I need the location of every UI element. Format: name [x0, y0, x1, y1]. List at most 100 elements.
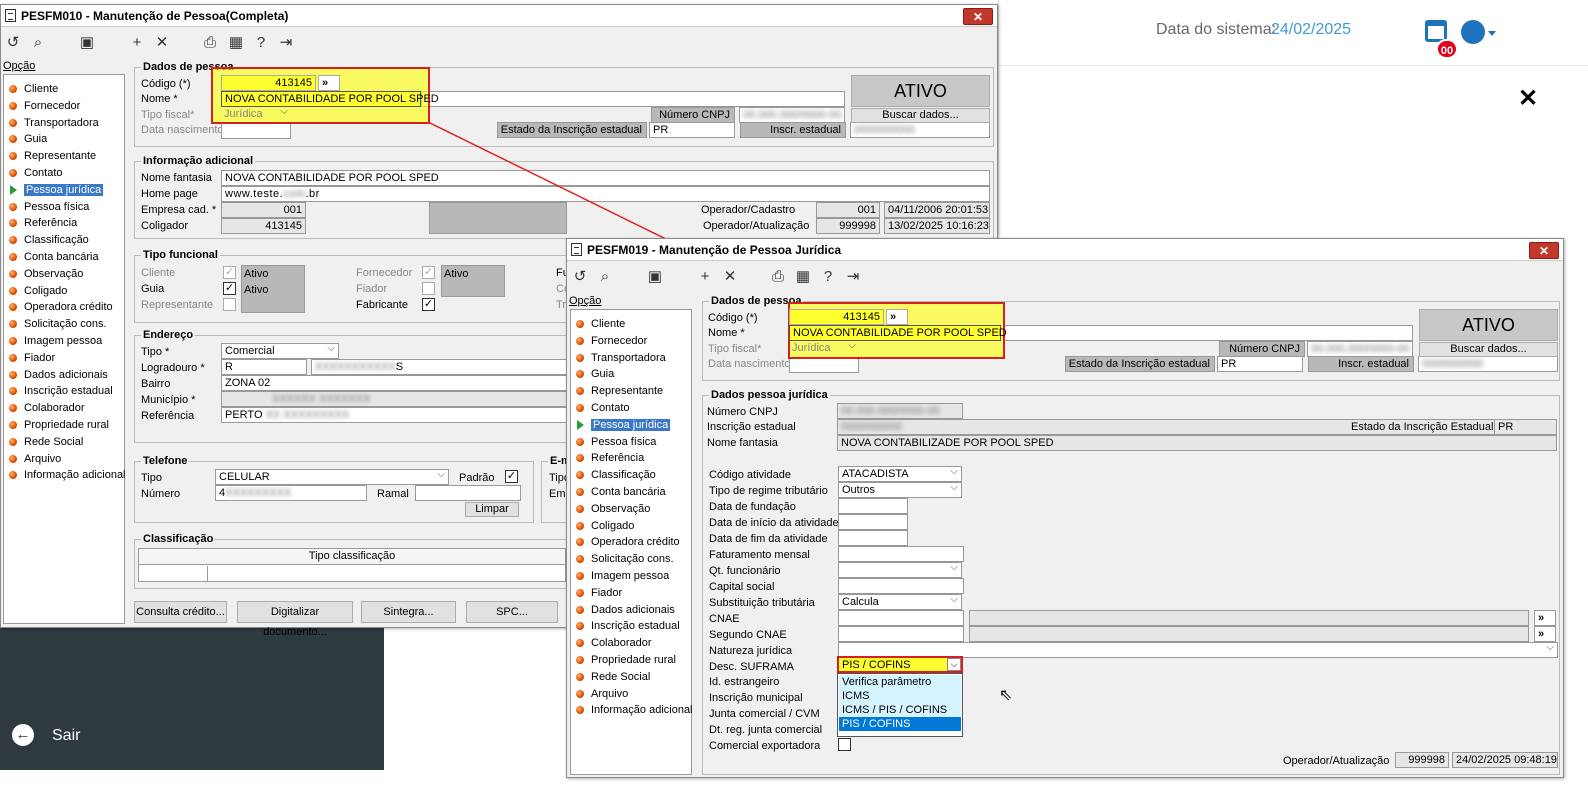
codigo-atividade-select[interactable]: ATACADISTA	[838, 466, 962, 482]
sintegra-button[interactable]: Sintegra...	[361, 601, 456, 623]
menu-item[interactable]: Fornecedor	[8, 98, 80, 114]
spc-button[interactable]: SPC...	[466, 601, 558, 623]
menu-item[interactable]: Cliente	[8, 81, 58, 97]
menu-item[interactable]: Coligado	[8, 283, 67, 299]
menu-item[interactable]: Propriedade rural	[575, 652, 676, 668]
numero-cnpj-field[interactable]: 00.000.000/0000-00	[739, 107, 845, 123]
menu-item[interactable]: Rede Social	[575, 669, 650, 685]
menu-item[interactable]: Inscrição estadual	[575, 618, 680, 634]
telefone-tipo-select[interactable]: CELULAR	[215, 469, 449, 485]
exit-label[interactable]: Sair	[52, 727, 80, 745]
fabricante-checkbox[interactable]: ✓	[422, 298, 435, 311]
suframa-option[interactable]: Verifica parâmetro	[839, 675, 961, 689]
menu-item[interactable]: Classificação	[8, 232, 89, 248]
menu-item[interactable]: Informação adicional	[575, 702, 693, 718]
exit-icon[interactable]: ⇥	[843, 267, 863, 287]
menu-item[interactable]: Representante	[575, 383, 663, 399]
bairro-field[interactable]: ZONA 02	[221, 375, 571, 391]
menu-item[interactable]: Contato	[8, 165, 63, 181]
inscr-estadual-field[interactable]: 0000000000	[1418, 356, 1558, 372]
menu-item[interactable]: Arquivo	[8, 451, 61, 467]
nome-field[interactable]: NOVA CONTABILIDADE POR POOL SPED	[221, 91, 439, 107]
data-nascimento-field[interactable]	[789, 357, 859, 373]
menu-item[interactable]: Guia	[575, 366, 614, 382]
classificacao-row[interactable]	[207, 566, 208, 582]
buscar-dados-button[interactable]: Buscar dados...	[851, 108, 990, 123]
help-icon[interactable]: ?	[818, 267, 838, 287]
digitalizar-documento-button[interactable]: Digitalizar documento...	[237, 601, 353, 638]
representante-checkbox[interactable]	[223, 298, 236, 311]
calendar-icon[interactable]: ▦	[226, 33, 246, 53]
menu-item[interactable]: Referência	[8, 215, 77, 231]
suframa-option[interactable]: ICMS	[839, 689, 961, 703]
suframa-option[interactable]: ICMS / PIS / COFINS	[839, 703, 961, 717]
menu-item[interactable]: Pessoa física	[8, 199, 89, 215]
close-window-button[interactable]: ✕	[1529, 242, 1559, 259]
menu-item[interactable]: Conta bancária	[575, 484, 666, 500]
fiador-checkbox[interactable]	[422, 282, 435, 295]
faturamento-field[interactable]	[838, 546, 964, 562]
menu-item[interactable]: Representante	[8, 148, 96, 164]
codigo-go-button[interactable]: »	[886, 309, 908, 325]
regime-tributario-select[interactable]: Outros	[838, 482, 962, 498]
menu-item[interactable]: Imagem pessoa	[8, 333, 102, 349]
ramal-field[interactable]	[415, 485, 521, 501]
cnae-go-button[interactable]: »	[1534, 610, 1556, 626]
comercial-exportadora-checkbox[interactable]	[838, 738, 851, 751]
delete-icon[interactable]: ✕	[720, 267, 740, 287]
nome-fantasia-field[interactable]: NOVA CONTABILIDADE POR POOL SPED	[221, 170, 990, 186]
menu-item[interactable]: Referência	[575, 450, 644, 466]
segundo-cnae-field[interactable]	[838, 626, 964, 642]
menu-item[interactable]: Solicitação cons.	[575, 551, 674, 567]
codigo-go-button[interactable]: »	[318, 75, 340, 91]
menu-item[interactable]: Solicitação cons.	[8, 316, 107, 332]
menu-item[interactable]: Pessoa jurídica	[8, 182, 104, 198]
calendar-icon[interactable]: ▦	[793, 267, 813, 287]
data-fim-field[interactable]	[838, 530, 908, 546]
search-icon[interactable]: ⌕	[595, 267, 615, 287]
menu-item[interactable]: Rede Social	[8, 434, 83, 450]
codigo-field[interactable]: 413145	[789, 309, 884, 325]
nome-field-tail[interactable]	[1003, 325, 1413, 341]
menu-item[interactable]: Pessoa física	[575, 434, 656, 450]
menu-item[interactable]: Imagem pessoa	[575, 568, 669, 584]
logradouro-field[interactable]: XXXXXXXXXXXS	[311, 359, 571, 375]
menu-item[interactable]: Inscrição estadual	[8, 383, 113, 399]
close-icon[interactable]: ✕	[1518, 84, 1538, 113]
nome-field-tail[interactable]	[421, 91, 845, 107]
close-window-button[interactable]: ✕	[963, 8, 993, 25]
buscar-dados-button[interactable]: Buscar dados...	[1419, 342, 1558, 357]
print-icon[interactable]: ⎙	[200, 33, 220, 53]
exit-icon[interactable]: ←	[12, 724, 34, 746]
print-icon[interactable]: ⎙	[768, 267, 788, 287]
menu-item[interactable]: Colaborador	[575, 635, 652, 651]
tipo-fiscal-select[interactable]: Jurídica	[221, 105, 291, 123]
limpar-button[interactable]: Limpar	[465, 502, 519, 517]
capital-social-field[interactable]	[838, 578, 964, 594]
suframa-select[interactable]: PIS / COFINS	[837, 656, 963, 673]
estado-ie-field[interactable]: PR	[649, 122, 735, 138]
substituicao-select[interactable]: Calcula	[838, 594, 962, 610]
exit-icon[interactable]: ⇥	[276, 33, 296, 53]
menu-item[interactable]: Propriedade rural	[8, 417, 109, 433]
menu-item[interactable]: Informação adicional	[8, 467, 126, 483]
add-icon[interactable]: +	[695, 267, 715, 287]
data-fundacao-field[interactable]	[838, 498, 908, 514]
numero-field[interactable]: 4XXXXXXXXX	[215, 485, 367, 501]
consulta-credito-button[interactable]: Consulta crédito...	[134, 601, 227, 623]
menu-item[interactable]: Operadora crédito	[575, 534, 680, 550]
data-inicio-field[interactable]	[838, 514, 908, 530]
menu-item[interactable]: Cliente	[575, 316, 625, 332]
help-icon[interactable]: ?	[251, 33, 271, 53]
chevron-down-icon[interactable]: ⌵	[947, 658, 961, 671]
menu-item[interactable]: Coligado	[575, 518, 634, 534]
data-nascimento-field[interactable]	[221, 123, 291, 139]
tipo-endereco-select[interactable]: Comercial	[221, 343, 339, 359]
referencia-field[interactable]: PERTO XX XXXXXXXXX	[221, 407, 571, 423]
menu-item[interactable]: Contato	[575, 400, 630, 416]
menu-item[interactable]: Fornecedor	[575, 333, 647, 349]
menu-item[interactable]: Guia	[8, 131, 47, 147]
menu-item[interactable]: Dados adicionais	[8, 367, 108, 383]
menu-item[interactable]: Fiador	[575, 585, 622, 601]
cnae-field[interactable]	[838, 610, 964, 626]
